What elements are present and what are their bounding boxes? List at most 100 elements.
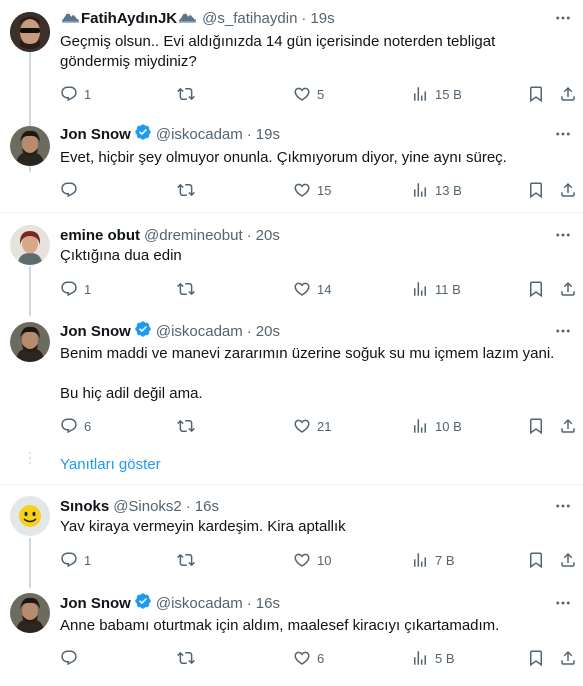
mountain-emoji-icon (179, 9, 196, 27)
separator-dot: · (246, 322, 252, 340)
like-count: 14 (317, 281, 332, 297)
share-button[interactable] (559, 180, 577, 200)
tweet-actions: 6 21 10 B (60, 416, 580, 436)
separator-dot: · (246, 226, 252, 244)
views-button[interactable]: 10 B (411, 416, 462, 436)
views-button[interactable]: 15 B (411, 84, 462, 104)
share-icon (559, 85, 577, 103)
reply-button[interactable]: 6 (60, 416, 91, 436)
avatar-image (10, 126, 50, 166)
display-name[interactable]: Jon Snow (60, 126, 131, 143)
avatar-image (10, 322, 50, 362)
user-handle[interactable]: @Sinoks2 (113, 498, 182, 515)
retweet-icon (177, 551, 195, 569)
retweet-icon (177, 280, 195, 298)
bookmark-button[interactable] (527, 648, 545, 668)
avatar[interactable] (10, 225, 50, 265)
separator-dot: · (301, 9, 307, 27)
like-button[interactable]: 6 (293, 648, 324, 668)
tweet-text-line-1: Benim maddi ve manevi zararımın üzerine … (60, 345, 555, 362)
reply-button[interactable]: 1 (60, 279, 91, 299)
like-button[interactable]: 15 (293, 180, 331, 200)
like-button[interactable]: 21 (293, 416, 331, 436)
share-button[interactable] (559, 416, 577, 436)
views-button[interactable]: 11 B (411, 279, 461, 299)
tweet-header: Sınoks @Sinoks2 · 16s (60, 496, 219, 516)
display-name[interactable]: Jon Snow (60, 595, 131, 612)
retweet-button[interactable] (177, 416, 195, 436)
share-button[interactable] (559, 550, 577, 570)
avatar[interactable] (10, 126, 50, 166)
more-icon[interactable] (553, 225, 573, 245)
display-name[interactable]: emine obut (60, 227, 140, 244)
view-count: 7 B (435, 552, 455, 568)
like-count: 5 (317, 86, 325, 102)
more-icon[interactable] (553, 8, 573, 28)
timestamp[interactable]: 16s (195, 498, 219, 515)
bookmark-button[interactable] (527, 180, 545, 200)
timestamp[interactable]: 20s (256, 323, 280, 340)
views-button[interactable]: 7 B (411, 550, 455, 570)
separator-dot: · (246, 594, 252, 612)
timestamp[interactable]: 19s (256, 126, 280, 143)
more-icon[interactable] (553, 124, 573, 144)
bookmark-button[interactable] (527, 84, 545, 104)
user-handle[interactable]: @dremineobut (144, 227, 243, 244)
more-icon[interactable] (553, 496, 573, 516)
timestamp[interactable]: 19s (310, 10, 334, 27)
like-icon (293, 280, 311, 298)
bookmark-button[interactable] (527, 279, 545, 299)
retweet-button[interactable] (177, 180, 195, 200)
bookmark-icon (527, 649, 545, 667)
retweet-button[interactable] (177, 648, 195, 668)
reply-button[interactable]: 1 (60, 84, 91, 104)
retweet-icon (177, 85, 195, 103)
retweet-button[interactable] (177, 279, 195, 299)
timestamp[interactable]: 20s (256, 227, 280, 244)
like-button[interactable]: 14 (293, 279, 331, 299)
divider (0, 212, 583, 213)
user-handle[interactable]: @iskocadam (156, 323, 243, 340)
reply-count: 1 (84, 281, 92, 297)
bookmark-icon (527, 280, 545, 298)
display-name[interactable]: Sınoks (60, 498, 109, 515)
avatar[interactable] (10, 496, 50, 536)
avatar[interactable] (10, 322, 50, 362)
bookmark-button[interactable] (527, 416, 545, 436)
more-icon[interactable] (553, 321, 573, 341)
display-name[interactable]: FatihAydınJK (81, 10, 177, 27)
show-replies-link[interactable]: Yanıtları göster (60, 456, 161, 473)
bookmark-button[interactable] (527, 550, 545, 570)
bookmark-icon (527, 181, 545, 199)
display-name[interactable]: Jon Snow (60, 323, 131, 340)
views-button[interactable]: 5 B (411, 648, 455, 668)
views-icon (411, 551, 429, 569)
reply-button[interactable] (60, 648, 78, 668)
like-button[interactable]: 10 (293, 550, 331, 570)
reply-count: 1 (84, 86, 92, 102)
timestamp[interactable]: 16s (256, 595, 280, 612)
avatar[interactable] (10, 593, 50, 633)
verified-badge-icon (134, 123, 152, 145)
thread-dots (29, 452, 31, 467)
verified-badge-icon (134, 320, 152, 342)
like-icon (293, 417, 311, 435)
share-button[interactable] (559, 84, 577, 104)
share-button[interactable] (559, 279, 577, 299)
reply-button[interactable] (60, 180, 78, 200)
like-icon (293, 649, 311, 667)
share-button[interactable] (559, 648, 577, 668)
user-handle[interactable]: @iskocadam (156, 595, 243, 612)
retweet-button[interactable] (177, 84, 195, 104)
view-count: 15 B (435, 86, 462, 102)
user-handle[interactable]: @s_fatihaydin (202, 10, 297, 27)
like-button[interactable]: 5 (293, 84, 324, 104)
views-button[interactable]: 13 B (411, 180, 462, 200)
tweet-actions: 1 5 15 B (60, 84, 580, 104)
thread-connector (29, 538, 31, 588)
more-icon[interactable] (553, 593, 573, 613)
reply-button[interactable]: 1 (60, 550, 91, 570)
avatar[interactable] (10, 12, 50, 52)
retweet-button[interactable] (177, 550, 195, 570)
user-handle[interactable]: @iskocadam (156, 126, 243, 143)
